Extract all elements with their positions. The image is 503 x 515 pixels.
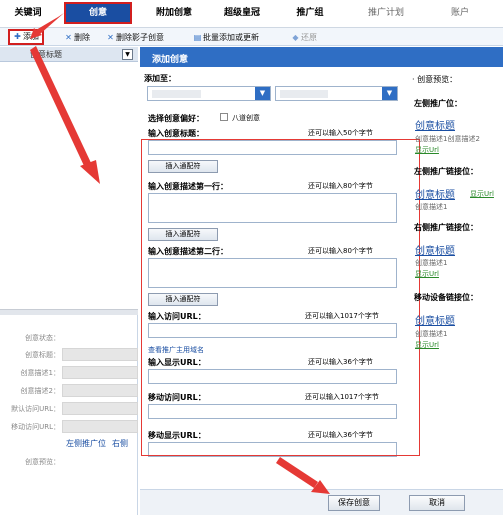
desc2-hint: 还可以输入80个字节: [308, 247, 373, 255]
restore-button[interactable]: ◆ 还原: [291, 31, 317, 44]
batch-add-button[interactable]: ▤ 批量添加或更新: [193, 31, 259, 44]
display-url-label: 输入显示URL：: [148, 358, 206, 367]
preview-section-title: 移动设备链接位：: [414, 293, 478, 302]
tab-creatives[interactable]: 创意: [64, 2, 132, 24]
detail-row-desc2: 创意描述2：: [0, 383, 138, 397]
tab-keywords[interactable]: 关键词: [6, 2, 50, 24]
diamond-icon: ◆: [292, 33, 299, 42]
add-button[interactable]: ✚ 添加: [8, 29, 44, 45]
preview-tabs: 左侧推广位 右侧: [66, 438, 134, 449]
dialog-title-bar: 添加创意: [140, 47, 503, 67]
detail-title-field: [62, 348, 138, 361]
visit-url-hint: 还可以输入1017个字节: [305, 312, 379, 320]
mobile-visit-url-hint: 还可以输入1017个字节: [305, 393, 379, 401]
preview-desc: 创意描述1创意描述2: [415, 135, 480, 143]
top-tab-bar: 关键词 创意 附加创意 超级皇冠 推广组 推广计划 账户: [0, 0, 503, 28]
select-value: [152, 90, 201, 98]
tab-ad-groups[interactable]: 推广组: [288, 2, 332, 24]
column-header-title: 创意标题: [30, 50, 62, 59]
detail-row-status: 创意状态：: [25, 334, 60, 342]
detail-default-url-field: [62, 402, 138, 415]
display-url-hint: 还可以输入36个字节: [308, 358, 373, 366]
detail-mobile-url-field: [62, 420, 138, 433]
tab-account[interactable]: 账户: [440, 2, 480, 24]
title-hint: 还可以输入50个字节: [308, 129, 373, 137]
preview-headline: 创意标题: [415, 316, 455, 327]
insert-wildcard-button[interactable]: 插入通配符: [148, 160, 218, 173]
preview-headline: 创意标题: [415, 246, 455, 257]
mobile-display-url-hint: 还可以输入36个字节: [308, 431, 373, 439]
tab-campaigns[interactable]: 推广计划: [362, 2, 410, 24]
dialog-title: 添加创意: [152, 55, 189, 65]
tab-super-crown[interactable]: 超级皇冠: [214, 2, 270, 24]
mobile-display-url-input[interactable]: [148, 442, 397, 457]
select-value: [280, 90, 329, 98]
adgroup-select[interactable]: ▼: [275, 86, 398, 101]
tab-left-position[interactable]: 左侧推广位: [66, 439, 106, 448]
grid-icon: ▤: [193, 33, 202, 42]
chevron-down-icon: ▼: [255, 87, 270, 100]
mobile-display-url-label: 移动显示URL：: [148, 431, 206, 440]
creative-list: [0, 62, 138, 314]
creative-desc1-input[interactable]: [148, 193, 397, 223]
preview-desc: 创意描述1: [415, 259, 448, 267]
preference-option-label: 八道创意: [232, 114, 260, 122]
horizontal-scrollbar[interactable]: [0, 309, 138, 315]
preference-checkbox[interactable]: [220, 113, 228, 121]
visit-url-label: 输入访问URL：: [148, 312, 206, 321]
desc1-label: 输入创意描述第一行：: [148, 182, 228, 191]
preview-header: · 创意预览：: [412, 75, 458, 84]
detail-row-mobile-url: 移动访问URL：: [0, 419, 138, 433]
detail-desc2-field: [62, 384, 138, 397]
preview-headline: 创意标题: [415, 121, 455, 132]
desc2-label: 输入创意描述第二行：: [148, 247, 228, 256]
preview-url: 显示Url: [415, 270, 439, 278]
detail-row-default-url: 默认访问URL：: [0, 401, 138, 415]
preference-label: 选择创意偏好：: [148, 114, 204, 123]
preview-desc: 创意描述1: [415, 330, 448, 338]
preview-url: 显示Url: [415, 341, 439, 349]
campaign-select[interactable]: ▼: [147, 86, 271, 101]
creative-desc2-input[interactable]: [148, 258, 397, 288]
list-header: 创意标题 ▼: [0, 47, 138, 62]
delete-x-icon: ✕: [107, 33, 114, 42]
creative-title-input[interactable]: [148, 140, 397, 155]
chevron-down-icon: ▼: [382, 87, 397, 100]
preview-section-title: 左侧推广链接位：: [414, 167, 478, 176]
preview-headline: 创意标题: [415, 190, 455, 201]
dialog-footer: 保存创意 取消: [140, 489, 503, 515]
detail-row-desc1: 创意描述1：: [0, 365, 138, 379]
save-creative-button[interactable]: 保存创意: [328, 495, 380, 511]
cancel-button[interactable]: 取消: [409, 495, 465, 511]
visit-url-input[interactable]: [148, 323, 397, 338]
tab-extra-creatives[interactable]: 附加创意: [146, 2, 202, 24]
mobile-visit-url-label: 移动访问URL：: [148, 393, 206, 402]
preview-section-title: 左侧推广位：: [414, 99, 462, 108]
mobile-visit-url-input[interactable]: [148, 404, 397, 419]
insert-wildcard-button[interactable]: 插入通配符: [148, 228, 218, 241]
title-label: 输入创意标题：: [148, 129, 204, 138]
tab-right-position[interactable]: 右侧: [112, 439, 128, 448]
preview-url: 显示Url: [470, 190, 494, 198]
delete-x-icon: ✕: [65, 33, 72, 42]
add-to-label: 添加至：: [144, 74, 176, 83]
delete-button[interactable]: ✕ 删除: [64, 31, 90, 44]
display-url-input[interactable]: [148, 369, 397, 384]
column-dropdown[interactable]: ▼: [122, 49, 133, 60]
left-panel: 创意标题 ▼ 创意状态： 创意标题： 创意描述1： 创意描述2： 默认访问URL…: [0, 47, 138, 515]
check-domain-link[interactable]: 查看推广主用域名: [148, 345, 204, 355]
detail-row-title: 创意标题：: [0, 347, 138, 361]
desc1-hint: 还可以输入80个字节: [308, 182, 373, 190]
insert-wildcard-button[interactable]: 插入通配符: [148, 293, 218, 306]
delete-shadow-button[interactable]: ✕ 删除影子创意: [106, 31, 164, 44]
detail-row-preview: 创意预览：: [25, 458, 60, 466]
detail-desc1-field: [62, 366, 138, 379]
toolbar: ✚ 添加 ✕ 删除 ✕ 删除影子创意 ▤ 批量添加或更新 ◆ 还原: [0, 28, 503, 46]
preview-url: 显示Url: [415, 146, 439, 154]
plus-icon: ✚: [14, 32, 21, 41]
preview-section-title: 右侧推广链接位：: [414, 223, 478, 232]
preview-desc: 创意描述1: [415, 203, 448, 211]
